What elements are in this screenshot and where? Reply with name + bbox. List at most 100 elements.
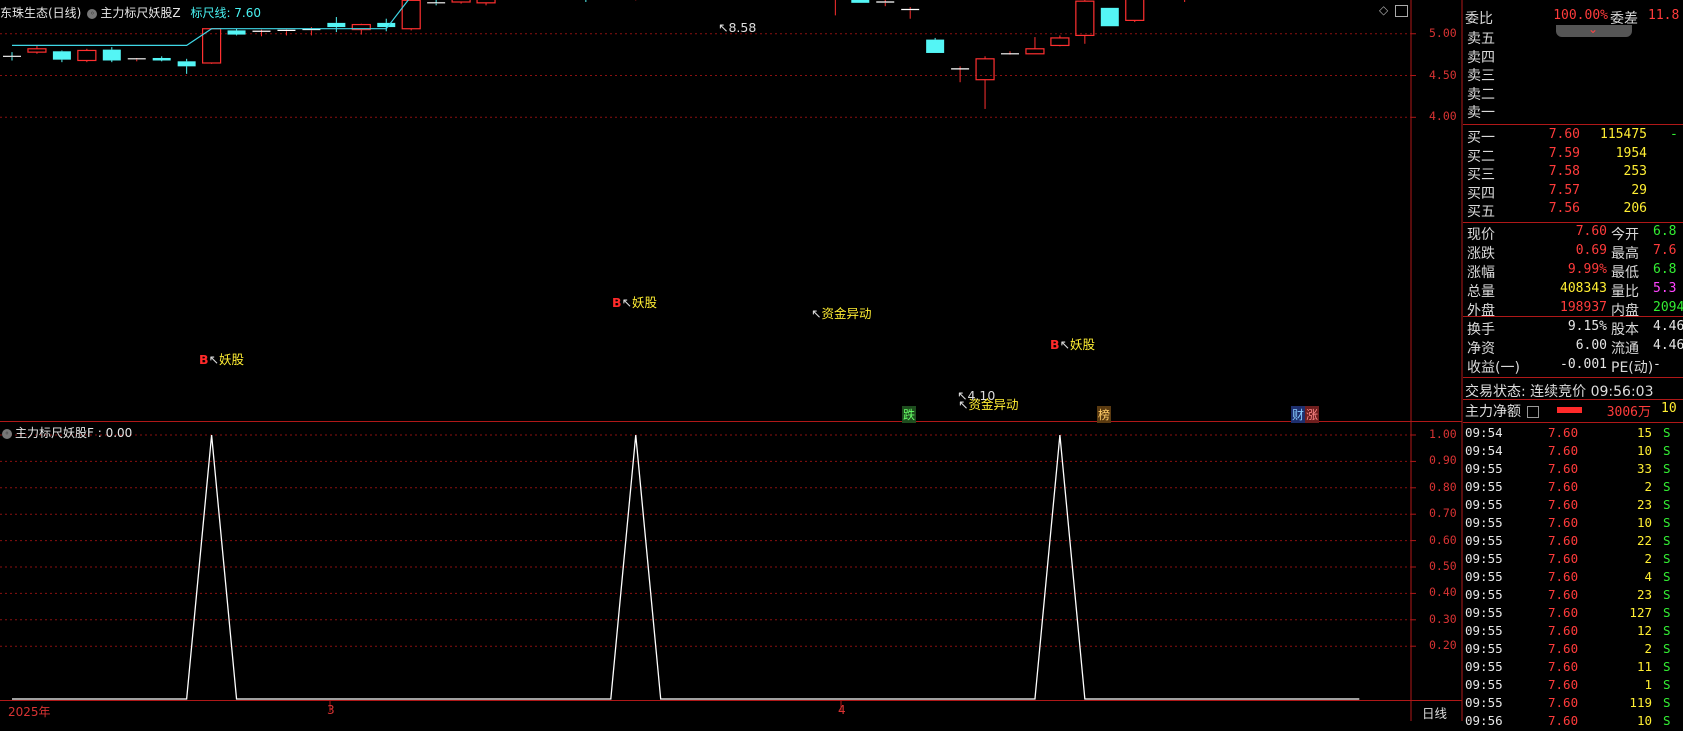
candle[interactable] — [3, 52, 21, 60]
value-tick-label: 0.50 — [1429, 559, 1457, 573]
tick-side: S — [1663, 623, 1671, 638]
buy-price: 7.56 — [1535, 201, 1580, 216]
tick-price: 7.60 — [1548, 695, 1578, 710]
candle[interactable] — [951, 66, 969, 82]
diamond-icon[interactable]: ◇ — [1379, 3, 1388, 17]
stock-title[interactable]: 东珠生态(日线) — [0, 6, 81, 20]
tick-time: 09:55 — [1465, 623, 1503, 638]
tick-volume: 23 — [1610, 497, 1652, 512]
sell-level-row[interactable]: 卖五 — [1465, 28, 1683, 46]
candle[interactable] — [28, 45, 46, 53]
candle[interactable] — [1001, 51, 1019, 54]
sell-level-row[interactable]: 卖二 — [1465, 84, 1683, 102]
candle-body — [53, 51, 71, 59]
tick-side: S — [1663, 605, 1671, 620]
tick-time: 09:55 — [1465, 497, 1503, 512]
tick-side: S — [1663, 425, 1671, 440]
tick-row: 09:557.6033S — [1465, 461, 1683, 479]
stat-value: 6.8 — [1653, 262, 1683, 277]
sell-level-row[interactable]: 卖四 — [1465, 47, 1683, 65]
tick-volume: 10 — [1610, 515, 1652, 530]
indicator-title[interactable]: 主力标尺妖股Z — [100, 6, 180, 20]
tick-time: 09:55 — [1465, 551, 1503, 566]
tick-row: 09:557.602S — [1465, 479, 1683, 497]
value-tick-label: 0.80 — [1429, 480, 1457, 494]
event-tag-drop[interactable]: 跌 — [902, 406, 916, 423]
candle[interactable] — [327, 17, 345, 32]
buy-level-row[interactable]: 买三7.58253 — [1465, 164, 1683, 182]
tick-side: S — [1663, 641, 1671, 656]
candle[interactable] — [901, 7, 919, 19]
candle[interactable] — [128, 58, 146, 61]
candle[interactable] — [103, 47, 121, 62]
sub-title-bar: ◦主力标尺妖股F : 0.00 — [0, 424, 132, 441]
stat-label: 总量 — [1467, 281, 1495, 301]
candle[interactable] — [477, 0, 495, 5]
tick-volume: 2 — [1610, 551, 1652, 566]
candle[interactable] — [976, 56, 994, 109]
event-tag-list[interactable]: 榜 — [1097, 406, 1111, 423]
tick-volume: 127 — [1610, 605, 1652, 620]
candle[interactable] — [452, 0, 470, 4]
candle[interactable] — [851, 0, 869, 3]
candle[interactable] — [427, 0, 445, 5]
candle[interactable] — [1176, 0, 1194, 2]
yaogu-signal-1: B↖妖股 — [199, 349, 244, 368]
settings-circle-icon[interactable]: ◦ — [87, 9, 97, 19]
sell-level-row[interactable]: 卖三 — [1465, 65, 1683, 83]
candle[interactable] — [1101, 8, 1119, 26]
sell-level-label: 卖四 — [1467, 47, 1495, 67]
sell-level-label: 卖二 — [1467, 84, 1495, 104]
candle[interactable] — [228, 29, 246, 36]
buy-level-row[interactable]: 买一7.60115475- — [1465, 127, 1683, 145]
tick-volume: 1 — [1610, 677, 1652, 692]
stat-label: PE(动) — [1611, 357, 1653, 377]
weibi-label: 委比 — [1465, 8, 1493, 28]
tick-side: S — [1663, 677, 1671, 692]
stat-label: 最低 — [1611, 262, 1639, 282]
weibi-row: 委比 100.00% 委差 11.8 — [1463, 8, 1683, 26]
candle[interactable] — [926, 38, 944, 53]
stat-value: 9.15% — [1517, 319, 1607, 334]
candle[interactable] — [78, 49, 96, 62]
candle[interactable] — [1076, 0, 1094, 44]
candle[interactable] — [1026, 37, 1044, 54]
stat-value: -0.001 — [1517, 357, 1607, 372]
value-tick-label: 0.20 — [1429, 638, 1457, 652]
list-icon[interactable] — [1527, 406, 1539, 418]
tick-row: 09:547.6010S — [1465, 443, 1683, 461]
buy-level-label: 买四 — [1467, 183, 1495, 203]
period-label[interactable]: 日线 — [1422, 703, 1447, 722]
buy-level-row[interactable]: 买二7.591954 — [1465, 146, 1683, 164]
buy-level-row[interactable]: 买五7.56206 — [1465, 201, 1683, 219]
candle[interactable] — [1126, 0, 1144, 22]
tick-side: S — [1663, 461, 1671, 476]
sub-indicator-title[interactable]: 主力标尺妖股F : 0.00 — [15, 426, 132, 440]
stat-label: 收益(一) — [1467, 357, 1520, 377]
event-tag-finance[interactable]: 财 — [1291, 406, 1305, 423]
candle[interactable] — [53, 50, 71, 62]
buy-level-label: 买二 — [1467, 146, 1495, 166]
sell-level-row[interactable]: 卖一 — [1465, 102, 1683, 120]
window-icon[interactable] — [1395, 5, 1408, 17]
settings-circle-icon[interactable]: ◦ — [2, 429, 12, 439]
candle-body — [1126, 0, 1144, 20]
buy-change: - — [1670, 127, 1683, 142]
candle[interactable] — [826, 0, 844, 15]
candle[interactable] — [1051, 35, 1069, 46]
buy-level-row[interactable]: 买四7.5729 — [1465, 183, 1683, 201]
candle[interactable] — [153, 56, 171, 61]
tick-row: 09:557.601S — [1465, 677, 1683, 695]
candle[interactable] — [577, 0, 595, 2]
stat-row: 现价7.60今开6.8 — [1465, 224, 1683, 242]
tick-side: S — [1663, 533, 1671, 548]
value-tick-label: 0.40 — [1429, 585, 1457, 599]
tick-price: 7.60 — [1548, 623, 1578, 638]
buy-price: 7.59 — [1535, 146, 1580, 161]
event-tag-rise[interactable]: 涨 — [1305, 406, 1319, 423]
candle[interactable] — [876, 0, 894, 6]
candle[interactable] — [178, 59, 196, 74]
candle[interactable] — [253, 30, 271, 37]
candle[interactable] — [277, 30, 295, 36]
tick-row: 09:557.602S — [1465, 551, 1683, 569]
